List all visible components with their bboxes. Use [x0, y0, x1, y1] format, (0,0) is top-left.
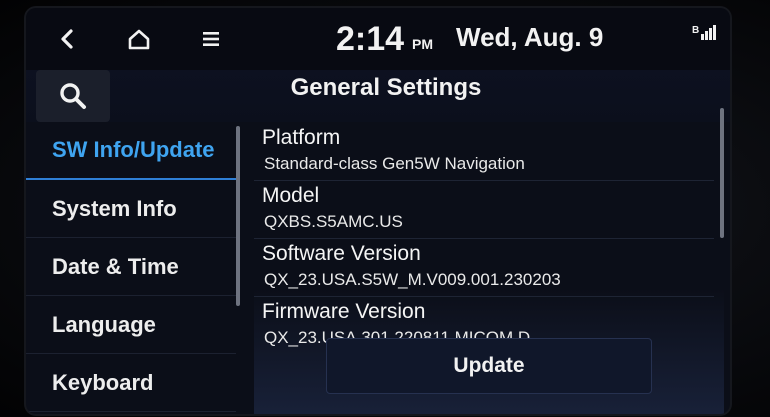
info-label: Model: [262, 184, 320, 207]
clock-time: 2:14: [336, 20, 405, 58]
info-label: Software Version: [262, 242, 421, 265]
bluetooth-signal-icon: B: [692, 22, 718, 47]
search-icon: [60, 83, 86, 109]
status-bar: 2:14 PM Wed, Aug. 9 B: [26, 8, 730, 70]
page-title: General Settings: [290, 74, 482, 101]
update-button[interactable]: Update: [326, 338, 652, 394]
home-icon: [128, 29, 150, 50]
clock-ampm: PM: [412, 36, 433, 52]
sidebar-item-label: SW Info/Update: [52, 137, 215, 162]
info-label: Platform: [262, 126, 341, 149]
back-button[interactable]: [52, 24, 82, 54]
home-button[interactable]: [124, 24, 154, 54]
sidebar-item-sw-info-update[interactable]: SW Info/Update: [26, 122, 236, 180]
svg-text:B: B: [692, 25, 699, 36]
settings-sidebar: SW Info/Update System Info Date & Time L…: [26, 122, 236, 414]
info-row-model: Model QXBS.S5AMC.US: [254, 180, 714, 239]
sidebar-item-label: Language: [52, 311, 156, 337]
back-chevron-icon: [61, 29, 73, 49]
sidebar-item-language[interactable]: Language: [26, 296, 236, 354]
info-row-software-version: Software Version QX_23.USA.S5W_M.V009.00…: [254, 238, 714, 297]
info-label: Firmware Version: [262, 300, 426, 323]
info-value: Standard-class Gen5W Navigation: [264, 154, 525, 173]
sidebar-scrollbar[interactable]: [236, 126, 240, 306]
menu-button[interactable]: [196, 24, 226, 54]
menu-icon: [203, 32, 219, 46]
sidebar-item-label: Date & Time: [52, 253, 179, 279]
info-row-platform: Platform Standard-class Gen5W Navigation: [254, 122, 714, 181]
infotainment-screen: 2:14 PM Wed, Aug. 9 B General Settings S…: [26, 8, 730, 414]
sidebar-item-system-info[interactable]: System Info: [26, 180, 236, 238]
current-date: Wed, Aug. 9: [456, 22, 604, 52]
search-button[interactable]: [36, 70, 110, 122]
sidebar-item-label: System Info: [52, 195, 177, 221]
info-value: QX_23.USA.S5W_M.V009.001.230203: [264, 270, 561, 289]
sidebar-item-date-time[interactable]: Date & Time: [26, 238, 236, 296]
sidebar-item-keyboard[interactable]: Keyboard: [26, 354, 236, 412]
content-scrollbar[interactable]: [720, 108, 724, 238]
sidebar-item-label: Keyboard: [52, 369, 154, 395]
info-value: QXBS.S5AMC.US: [264, 212, 403, 231]
